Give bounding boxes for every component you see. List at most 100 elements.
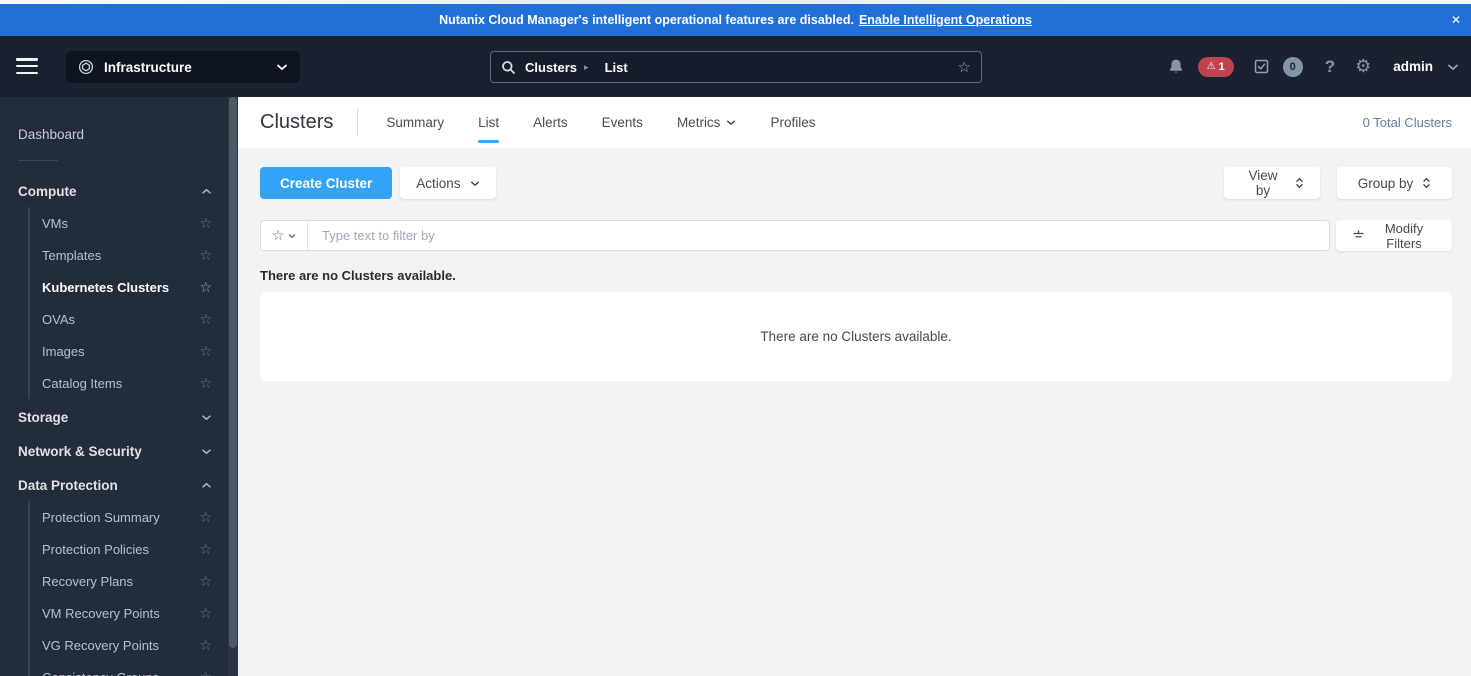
- bell-icon[interactable]: [1168, 58, 1184, 75]
- empty-state-panel: There are no Clusters available.: [260, 292, 1452, 381]
- tab-events[interactable]: Events: [602, 97, 643, 148]
- favorite-star-icon[interactable]: ☆: [199, 279, 212, 296]
- app-window: Nutanix Cloud Manager's intelligent oper…: [0, 0, 1471, 676]
- section-label: Compute: [18, 183, 77, 199]
- chevron-down-icon: [201, 414, 212, 421]
- banner-close-icon[interactable]: ✕: [1451, 14, 1461, 26]
- sidebar-item-vm-recovery-points[interactable]: VM Recovery Points ☆: [30, 597, 228, 629]
- tab-alerts[interactable]: Alerts: [533, 97, 568, 148]
- app-selector-label: Infrastructure: [104, 59, 192, 75]
- section-label: Network & Security: [18, 443, 142, 459]
- tab-bar: Summary List Alerts Events Metrics Profi…: [386, 97, 815, 148]
- sidebar-item-label: VMs: [42, 215, 68, 231]
- sidebar-scrollbar-thumb[interactable]: [229, 97, 237, 648]
- sidebar-section-compute[interactable]: Compute: [0, 175, 228, 207]
- alerts-badge[interactable]: ⚠ 1: [1197, 56, 1234, 77]
- favorite-star-icon[interactable]: ☆: [199, 605, 212, 622]
- warning-triangle-icon: ⚠: [1206, 60, 1216, 72]
- favorite-star-icon[interactable]: ☆: [199, 637, 212, 654]
- sidebar-group-compute: VMs ☆ Templates ☆ Kubernetes Clusters ☆ …: [28, 207, 228, 399]
- actions-dropdown-button[interactable]: Actions: [400, 167, 496, 199]
- chevron-down-icon: [201, 448, 212, 455]
- sort-arrows-icon: [1422, 177, 1431, 189]
- filter-text-input[interactable]: [308, 228, 1329, 243]
- saved-filters-dropdown[interactable]: ☆: [261, 221, 308, 250]
- search-breadcrumb-primary: Clusters: [525, 59, 578, 75]
- sidebar-item-vms[interactable]: VMs ☆: [30, 207, 228, 239]
- sidebar-section-network-security[interactable]: Network & Security: [0, 435, 228, 467]
- tasks-badge[interactable]: 0: [1282, 56, 1303, 77]
- sidebar-item-label: Images: [42, 343, 85, 359]
- sidebar-item-protection-summary[interactable]: Protection Summary ☆: [30, 501, 228, 533]
- sidebar-item-recovery-plans[interactable]: Recovery Plans ☆: [30, 565, 228, 597]
- app-selector-dropdown[interactable]: Infrastructure: [66, 51, 300, 83]
- toolbar: Create Cluster Actions View by Group by: [238, 148, 1471, 199]
- notification-banner: Nutanix Cloud Manager's intelligent oper…: [0, 4, 1471, 36]
- top-header-bar: Infrastructure Clusters ▸ List ☆ ⚠ 1 0 ?…: [0, 36, 1471, 97]
- create-cluster-button[interactable]: Create Cluster: [260, 167, 393, 199]
- sort-arrows-icon: [1295, 177, 1304, 189]
- section-label: Data Protection: [18, 477, 118, 493]
- tab-profiles[interactable]: Profiles: [770, 97, 815, 148]
- sidebar-item-label: Catalog Items: [42, 375, 123, 391]
- modify-filters-button[interactable]: Modify Filters: [1336, 220, 1452, 251]
- favorite-star-icon[interactable]: ☆: [199, 375, 212, 392]
- sidebar-item-templates[interactable]: Templates ☆: [30, 239, 228, 271]
- sidebar-section-storage[interactable]: Storage: [0, 401, 228, 433]
- gear-icon[interactable]: ⚙: [1355, 56, 1371, 77]
- sidebar-item-label: Protection Summary: [42, 509, 160, 525]
- favorite-star-icon[interactable]: ☆: [199, 573, 212, 590]
- search-icon: [501, 60, 516, 75]
- chevron-up-icon: [201, 482, 212, 489]
- sidebar-item-label: Templates: [42, 247, 102, 263]
- enable-intelligent-operations-link[interactable]: Enable Intelligent Operations: [859, 13, 1032, 27]
- favorite-star-icon[interactable]: ☆: [199, 215, 212, 232]
- favorite-star-icon[interactable]: ☆: [199, 541, 212, 558]
- filter-icon: [1352, 229, 1365, 242]
- favorite-star-icon[interactable]: ☆: [199, 247, 212, 264]
- user-menu[interactable]: admin: [1393, 59, 1433, 74]
- group-by-dropdown[interactable]: Group by: [1337, 167, 1452, 199]
- favorite-star-icon[interactable]: ☆: [199, 343, 212, 360]
- alerts-count: 1: [1218, 60, 1225, 73]
- tab-metrics[interactable]: Metrics: [677, 97, 737, 148]
- tasks-icon[interactable]: [1254, 59, 1269, 74]
- sidebar-item-kubernetes-clusters[interactable]: Kubernetes Clusters ☆: [30, 271, 228, 303]
- view-by-dropdown[interactable]: View by: [1224, 167, 1320, 199]
- sidebar-group-data-protection: Protection Summary ☆ Protection Policies…: [28, 501, 228, 676]
- tab-list[interactable]: List: [478, 97, 500, 148]
- toolbar-right: View by Group by: [1224, 167, 1452, 199]
- sidebar-item-label: Recovery Plans: [42, 573, 134, 589]
- sidebar-item-images[interactable]: Images ☆: [30, 335, 228, 367]
- tab-summary[interactable]: Summary: [386, 97, 444, 148]
- sidebar-nav: Dashboard Compute VMs ☆ Templates ☆ Kube…: [0, 97, 228, 676]
- filter-row: ☆ Modify Filters: [238, 199, 1471, 251]
- sidebar-item-consistency-groups[interactable]: Consistency Groups ☆: [30, 661, 228, 676]
- sidebar-item-catalog-items[interactable]: Catalog Items ☆: [30, 367, 228, 399]
- chevron-down-icon: [726, 119, 736, 126]
- sidebar-scrollbar[interactable]: [228, 97, 238, 676]
- favorite-star-icon[interactable]: ☆: [199, 669, 212, 676]
- sidebar-divider: [18, 160, 58, 161]
- header-icon-cluster: ⚠ 1 0 ? ⚙ admin: [1168, 36, 1459, 97]
- sidebar-item-protection-policies[interactable]: Protection Policies ☆: [30, 533, 228, 565]
- user-chevron-down-icon[interactable]: [1447, 63, 1459, 71]
- help-icon[interactable]: ?: [1325, 57, 1335, 77]
- favorite-star-icon[interactable]: ☆: [199, 509, 212, 526]
- sidebar-item-label: Dashboard: [18, 126, 85, 142]
- sidebar-item-dashboard[interactable]: Dashboard: [0, 118, 228, 150]
- tasks-count: 0: [1289, 60, 1296, 73]
- sidebar-item-vg-recovery-points[interactable]: VG Recovery Points ☆: [30, 629, 228, 661]
- main-content: Clusters Summary List Alerts Events Metr…: [238, 97, 1471, 676]
- page-title: Clusters: [260, 111, 334, 133]
- hamburger-menu-icon[interactable]: [16, 55, 38, 77]
- sidebar-item-label: OVAs: [42, 311, 75, 327]
- sidebar-item-ovas[interactable]: OVAs ☆: [30, 303, 228, 335]
- empty-state-message: There are no Clusters available.: [760, 329, 952, 344]
- sidebar-item-label: VM Recovery Points: [42, 605, 160, 621]
- sidebar-section-data-protection[interactable]: Data Protection: [0, 469, 228, 501]
- chevron-down-icon: [288, 233, 296, 239]
- favorite-star-icon[interactable]: ☆: [199, 311, 212, 328]
- search-favorite-star-icon[interactable]: ☆: [958, 58, 971, 76]
- global-search-bar[interactable]: Clusters ▸ List ☆: [490, 51, 982, 83]
